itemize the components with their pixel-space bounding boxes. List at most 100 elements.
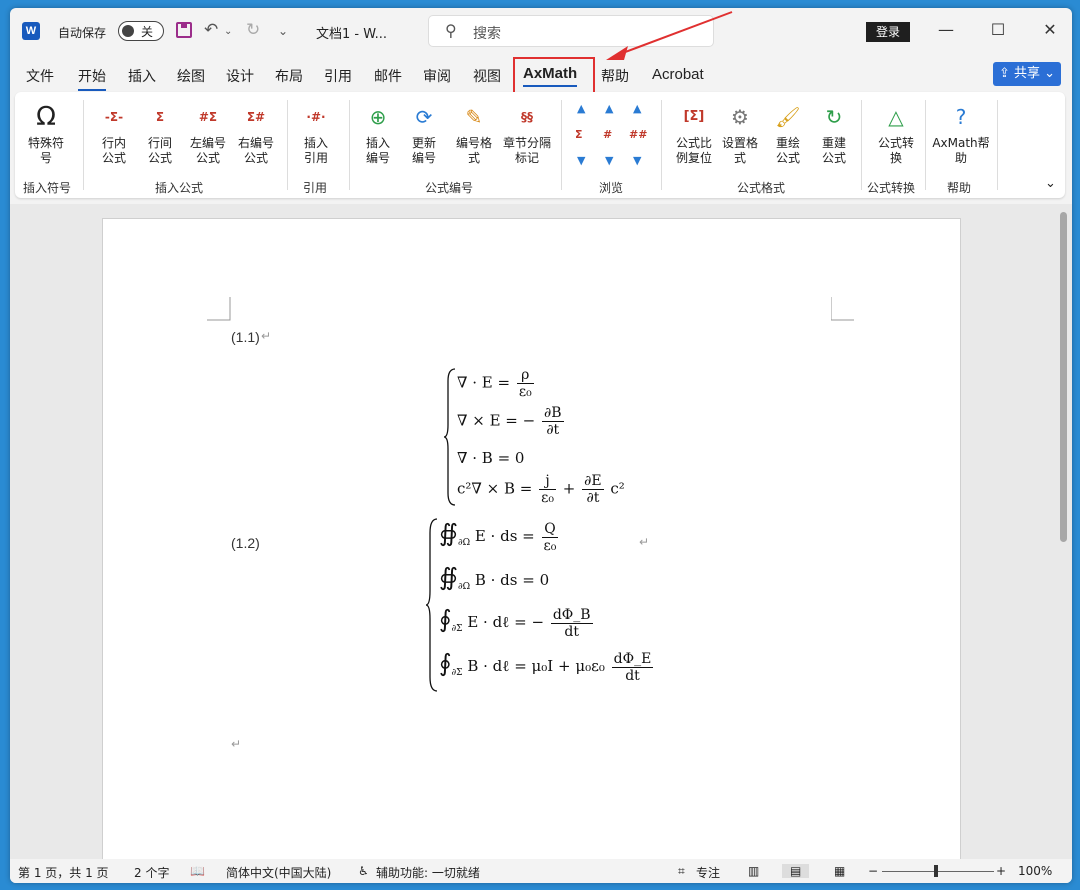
tab-design[interactable]: 设计 — [226, 66, 254, 86]
display-formula-icon: Σ — [155, 110, 165, 124]
customize-toolbar-icon[interactable]: ⌄ — [278, 24, 288, 38]
focus-mode[interactable]: 专注 — [696, 864, 720, 881]
formula-convert-button[interactable]: △ 公式转换 — [871, 102, 921, 166]
number-format-button[interactable]: ✎ 编号格式 — [449, 102, 499, 166]
insert-reference-label: 插入引用 — [303, 136, 328, 165]
chapter-mark-button[interactable]: §§ 章节分隔标记 — [499, 102, 555, 166]
display-formula-button[interactable]: Σ 行间公式 — [135, 102, 185, 166]
insert-number-button[interactable]: ⊕ 插入编号 — [353, 102, 403, 166]
browse-reference-icon[interactable]: ## — [629, 128, 647, 141]
web-layout-icon[interactable]: ▦ — [834, 864, 845, 878]
rebuild-formula-icon: ↻ — [825, 105, 843, 129]
login-button[interactable]: 登录 — [866, 22, 910, 42]
shapes-icon: △ — [888, 105, 904, 129]
zoom-out-button[interactable]: − — [868, 864, 878, 878]
denominator: ε₀ — [518, 384, 532, 400]
browse-number-icon[interactable]: # — [603, 128, 612, 141]
undo-dropdown-icon[interactable]: ⌄ — [224, 26, 232, 37]
numerator: ρ — [516, 367, 534, 384]
zoom-in-button[interactable]: + — [996, 864, 1006, 878]
eq2-line-1-lhs: E · ds = — [474, 527, 535, 545]
denominator: ε₀ — [543, 537, 557, 554]
search-box[interactable]: ⚲ 搜索 — [428, 15, 714, 47]
book-icon[interactable]: 📖 — [190, 864, 205, 878]
eq1-line-1-lhs: ∇ · E = — [457, 373, 511, 392]
maximize-button[interactable]: ☐ — [986, 20, 1010, 39]
browse-down-icon[interactable]: ▼ — [605, 154, 613, 167]
insert-reference-button[interactable]: ·#· 插入引用 — [291, 102, 341, 166]
formula-scale-reset-button[interactable]: [Σ] 公式比例复位 — [669, 102, 719, 166]
tab-help[interactable]: 帮助 — [601, 66, 629, 86]
special-symbol-button[interactable]: Ω 特殊符号 — [21, 102, 71, 166]
fraction: j ε₀ — [539, 473, 557, 506]
integral-subscript: ∂Ω — [457, 538, 471, 548]
language[interactable]: 简体中文(中国大陆) — [226, 864, 331, 881]
document-area: (1.1) ↵ ∇ · E = ρ ε₀ ∇ × E = − ∂B ∂t ∇ · B… — [10, 204, 1072, 880]
axmath-highlight-box — [513, 57, 595, 95]
rebuild-formula-button[interactable]: ↻ 重建公式 — [809, 102, 859, 166]
tab-references[interactable]: 引用 — [324, 66, 352, 86]
right-number-formula-icon: Σ# — [246, 110, 266, 124]
autosave-state: 关 — [141, 25, 154, 39]
collapse-ribbon-icon[interactable]: ⌄ — [1045, 176, 1056, 191]
tab-draw[interactable]: 绘图 — [177, 66, 205, 86]
browse-formula-icon[interactable]: Σ — [575, 128, 583, 141]
numerator: ∂E — [582, 473, 604, 490]
eq1-line-4: c²∇ × B = j ε₀ + ∂E ∂t c² — [457, 473, 625, 506]
tab-review[interactable]: 审阅 — [423, 66, 451, 86]
surface-integral-symbol: ∯ — [439, 519, 458, 547]
eq1-line-4-lhs: c²∇ × B = — [457, 479, 533, 498]
redraw-formula-button[interactable]: 🖌 重绘公式 — [763, 102, 813, 166]
help-icon: ? — [955, 105, 967, 129]
print-layout-icon[interactable]: ▤ — [782, 864, 810, 878]
group-formula-convert: 公式转换 — [867, 181, 916, 195]
zoom-level[interactable]: 100% — [1018, 864, 1052, 878]
eq2-line-1: ∯∂Ω E · ds = Qε₀ — [439, 519, 560, 554]
left-number-formula-label: 左编号公式 — [189, 136, 226, 165]
zoom-slider-thumb[interactable] — [934, 865, 938, 877]
numerator: dΦ_E — [611, 650, 654, 668]
browse-up-icon[interactable]: ▲ — [605, 102, 613, 115]
axmath-help-button[interactable]: ? AxMath帮助 — [931, 102, 991, 166]
share-button[interactable]: ⇪ 共享 ⌄ — [993, 62, 1061, 86]
group-separator — [661, 100, 662, 190]
set-format-button[interactable]: ⚙ 设置格式 — [715, 102, 765, 166]
fraction: dΦ_B dt — [550, 607, 593, 640]
tab-insert[interactable]: 插入 — [128, 66, 156, 86]
autosave-label: 自动保存 — [58, 26, 107, 40]
browse-down-icon[interactable]: ▼ — [577, 154, 585, 167]
undo-icon[interactable]: ↶ — [204, 20, 218, 40]
tab-layout[interactable]: 布局 — [275, 66, 303, 86]
word-count[interactable]: 2 个字 — [134, 864, 169, 881]
tab-mailings[interactable]: 邮件 — [374, 66, 402, 86]
vertical-scrollbar[interactable] — [1060, 212, 1067, 542]
word-window: W 自动保存 关 ↶ ⌄ ↻ ⌄ 文档1 - W... ⚲ 搜索 登录 — ☐ … — [10, 8, 1072, 883]
document-title: 文档1 - W... — [316, 27, 387, 42]
redo-icon[interactable]: ↻ — [246, 20, 260, 40]
eq1-line-1: ∇ · E = ρ ε₀ — [457, 367, 536, 400]
browse-down-icon[interactable]: ▼ — [633, 154, 641, 167]
update-number-button[interactable]: ⟳ 更新编号 — [399, 102, 449, 166]
tab-home[interactable]: 开始 — [78, 66, 106, 91]
autosave-toggle[interactable]: 关 — [118, 21, 164, 41]
close-button[interactable]: ✕ — [1038, 20, 1062, 39]
tab-view[interactable]: 视图 — [473, 66, 501, 86]
read-mode-icon[interactable]: ▥ — [748, 864, 759, 878]
numerator: j — [539, 473, 557, 490]
save-icon[interactable] — [176, 22, 192, 38]
tab-acrobat[interactable]: Acrobat — [652, 66, 704, 83]
browse-up-icon[interactable]: ▲ — [577, 102, 585, 115]
group-separator — [997, 100, 998, 190]
inline-formula-button[interactable]: -Σ- 行内公式 — [89, 102, 139, 166]
page-count[interactable]: 第 1 页，共 1 页 — [18, 864, 109, 881]
left-number-formula-button[interactable]: #Σ 左编号公式 — [183, 102, 233, 166]
document-page[interactable]: (1.1) ↵ ∇ · E = ρ ε₀ ∇ × E = − ∂B ∂t ∇ · B… — [102, 218, 961, 880]
right-number-formula-button[interactable]: Σ# 右编号公式 — [231, 102, 281, 166]
accessibility-status[interactable]: 辅助功能: 一切就绪 — [376, 864, 480, 881]
zoom-slider-track[interactable] — [882, 871, 994, 872]
eq2-line-4: ∮∂Σ B · dℓ = μ₀I + μ₀ε₀ dΦ_E dt — [439, 649, 655, 684]
minimize-button[interactable]: — — [934, 20, 958, 39]
browse-up-icon[interactable]: ▲ — [633, 102, 641, 115]
tab-file[interactable]: 文件 — [26, 66, 54, 86]
number-format-icon: ✎ — [465, 105, 483, 129]
